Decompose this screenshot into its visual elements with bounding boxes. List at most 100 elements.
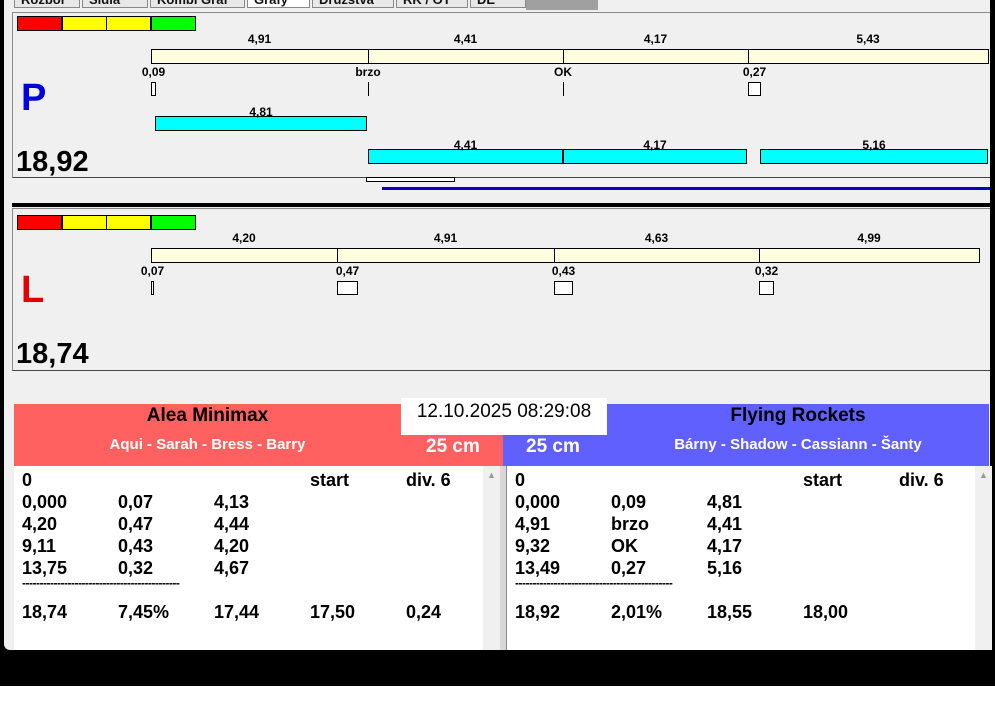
marker-label: 0,09 [141, 65, 166, 79]
marker-box [748, 82, 761, 96]
panel-divider [12, 203, 990, 207]
summary-cell: 0,24 [406, 602, 442, 622]
marker-box [151, 281, 154, 295]
status-strip-red [17, 215, 62, 230]
marker-label: brzo [355, 65, 381, 79]
tab-6[interactable]: DE [470, 0, 526, 8]
status-strip-yellow [61, 16, 107, 31]
tab-2[interactable]: Kombi Graf [150, 0, 245, 8]
cell: 0,47 [118, 514, 154, 534]
summary-cell: 18,00 [803, 602, 849, 622]
cell: 5,16 [707, 558, 743, 578]
marker-label: 0,32 [754, 264, 779, 278]
marker-label: 0,47 [335, 264, 360, 278]
summary-cell: 7,45% [118, 602, 170, 622]
header-cell: div. 6 [899, 470, 944, 490]
header-cell: 0 [515, 470, 526, 490]
timeline-label: 4,17 [643, 32, 668, 46]
progress-box [366, 177, 455, 182]
status-strip-green [150, 16, 196, 31]
tab-5[interactable]: RK / OT [396, 0, 468, 8]
header-cell: div. 6 [406, 470, 451, 490]
scroll-up-icon[interactable]: ▲ [487, 470, 496, 480]
tab-bar-filler [526, 0, 598, 10]
status-strip-red [17, 16, 62, 31]
marker-box [554, 281, 573, 295]
list-divider [500, 466, 507, 650]
score-bar-label: 5,16 [862, 138, 886, 152]
cell: 4,17 [707, 536, 743, 556]
score-bar-label: 4,17 [643, 138, 667, 152]
timestamp: 12.10.2025 08:29:08 [401, 398, 607, 435]
scrollbar[interactable]: ▲ [483, 466, 500, 650]
timeline-segment [151, 49, 369, 64]
team-members-left: Aqui - Sarah - Bress - Barry [109, 436, 306, 453]
cell: 4,20 [22, 514, 58, 534]
tab-1[interactable]: Sidla [82, 0, 148, 8]
marker-box [337, 281, 358, 295]
timeline-label: 4,91 [433, 231, 458, 245]
timeline-segment [759, 248, 980, 263]
team-members-right: Bárny - Shadow - Cassiann - Šanty [674, 436, 922, 453]
tab-3[interactable]: Grafy [247, 0, 310, 8]
header-cell: 0 [22, 470, 33, 490]
cell: brzo [611, 514, 649, 534]
cell: 4,67 [214, 558, 250, 578]
right_team-list[interactable]: 0 start div. 6 0,000 0,09 4,81 4,91 brzo 4,41 9,3… [507, 466, 992, 650]
marker-tick [563, 82, 564, 96]
timeline-segment [337, 248, 555, 263]
marker-label: 0,43 [551, 264, 576, 278]
summary-cell: 18,74 [22, 602, 68, 622]
score-bar-label: 4,41 [453, 138, 478, 152]
cell: 0,09 [611, 492, 647, 512]
marker-tick [368, 82, 369, 96]
cell: 4,44 [214, 514, 250, 534]
cell: 0,000 [22, 492, 68, 512]
marker-label: 0,27 [742, 65, 767, 79]
timeline-segment [151, 248, 338, 263]
progress-line [382, 187, 990, 190]
height-left: 25 cm [426, 436, 480, 457]
timeline-label: 5,43 [856, 32, 880, 46]
separator: ----------------------------------------… [515, 576, 673, 590]
cell: 4,81 [707, 492, 743, 512]
summary-cell: 18,92 [515, 602, 561, 622]
summary-cell: 17,50 [310, 602, 356, 622]
cell: 4,20 [214, 536, 250, 556]
score-bar-label: 4,81 [249, 105, 273, 119]
left_team-list[interactable]: 0 start div. 6 0,000 0,07 4,13 4,20 0,47 4,44 9,1… [14, 466, 500, 650]
tab-0[interactable]: Rozbor [14, 0, 80, 8]
separator: ----------------------------------------… [22, 576, 180, 590]
status-strip-yellow [61, 215, 107, 230]
timeline-label: 4,20 [232, 231, 256, 245]
summary-cell: 17,44 [214, 602, 260, 622]
marker-box [151, 82, 156, 96]
header-cell: start [803, 470, 843, 490]
status-strip-yellow [106, 16, 151, 31]
marker-label: 0,07 [140, 264, 165, 278]
cell: 0,43 [118, 536, 154, 556]
cell: 4,13 [214, 492, 250, 512]
cell: 0,000 [515, 492, 561, 512]
cell: 4,91 [515, 514, 551, 534]
marker-label: OK [554, 65, 572, 79]
scroll-up-icon[interactable]: ▲ [979, 470, 988, 480]
timeline-segment [368, 49, 564, 64]
cell: 9,11 [22, 536, 57, 556]
timeline-label: 4,99 [857, 231, 881, 245]
l-panel: 4,200,074,134,910,474,444,630,434,204,99… [12, 208, 990, 529]
cell: OK [611, 536, 638, 556]
p-panel: 4,91 0,09 4,81 4,41 brzo 4,41 4,17 OK 4,17 5,43 0,… [12, 12, 990, 178]
height-right: 25 cm [526, 436, 580, 457]
timeline-segment [748, 49, 989, 64]
scrollbar[interactable]: ▲ [975, 466, 992, 650]
cell: 4,41 [707, 514, 743, 534]
total-score: 18,92 [16, 146, 89, 178]
status-strip-green [150, 215, 196, 230]
cell: 0,07 [118, 492, 154, 512]
timeline-segment [554, 248, 760, 263]
team-name-left: Alea Minimax [146, 405, 269, 426]
team-letter: L [21, 269, 45, 311]
timeline-label: 4,41 [453, 32, 478, 46]
tab-4[interactable]: Družstva [312, 0, 394, 8]
